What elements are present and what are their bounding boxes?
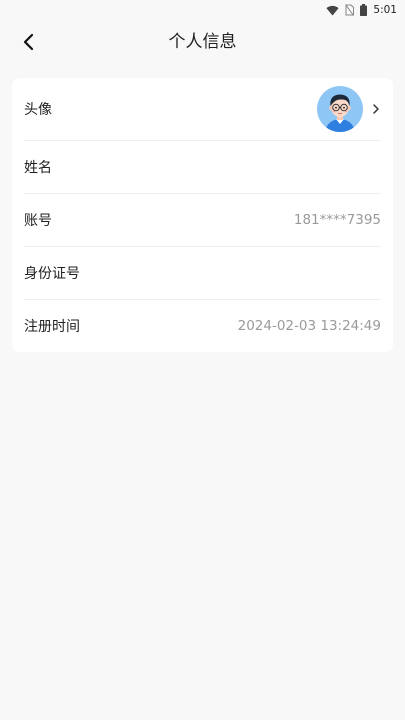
battery-icon (360, 4, 368, 16)
name-label: 姓名 (24, 160, 52, 176)
avatar (317, 86, 363, 132)
status-icons: 5:01 (326, 3, 397, 17)
page-title: 个人信息 (168, 32, 237, 52)
id-number-row[interactable]: 身份证号 (24, 247, 381, 300)
account-label: 账号 (24, 213, 52, 229)
register-time-row: 注册时间 2024-02-03 13:24:49 (24, 300, 381, 352)
account-row: 账号 181****7395 (24, 194, 381, 247)
name-row[interactable]: 姓名 (24, 141, 381, 194)
account-value: 181****7395 (293, 212, 381, 228)
register-time-label: 注册时间 (24, 319, 80, 335)
header: 个人信息 (0, 22, 405, 62)
status-time: 5:01 (373, 4, 397, 16)
wifi-icon (326, 5, 339, 16)
status-bar: 5:01 (0, 0, 405, 20)
id-number-label: 身份证号 (24, 266, 80, 282)
avatar-row[interactable]: 头像 (24, 78, 381, 141)
register-time-value: 2024-02-03 13:24:49 (237, 318, 381, 334)
chevron-right-icon (373, 104, 379, 114)
no-sim-icon (345, 4, 355, 16)
profile-card: 头像 姓名 账号 181****7395 身份证号 注册时间 2024-02-0… (12, 78, 393, 352)
avatar-label: 头像 (24, 102, 52, 118)
